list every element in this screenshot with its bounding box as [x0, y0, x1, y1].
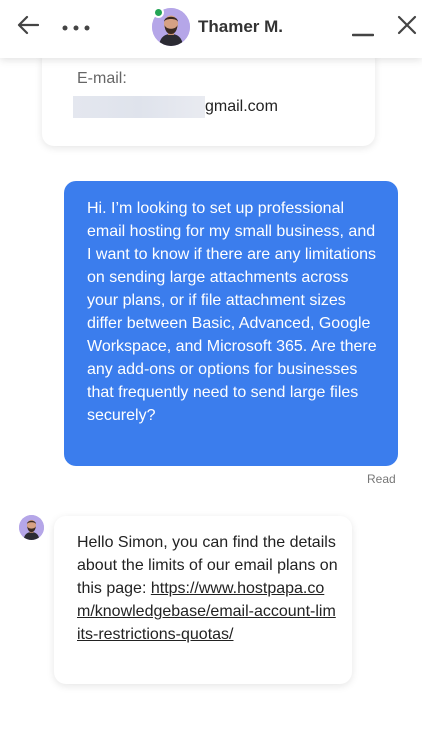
arrow-left-icon [17, 15, 40, 40]
email-value: gmail.com [73, 96, 278, 118]
online-status-dot [153, 7, 164, 18]
agent-message-bubble: Hello Simon, you can find the details ab… [54, 516, 352, 684]
close-button[interactable] [390, 12, 422, 42]
more-horizontal-icon [62, 18, 90, 36]
user-message-text: Hi. I’m looking to set up professional e… [87, 200, 377, 424]
chat-transcript[interactable]: E-mail: gmail.com Hi. I’m looking to set… [0, 58, 422, 732]
agent-avatar-small [19, 515, 44, 540]
minimize-icon [351, 17, 375, 42]
read-receipt: Read [367, 472, 396, 486]
back-button[interactable] [10, 12, 46, 42]
agent-name: Thamer M. [198, 17, 284, 36]
chat-header: Thamer M. [0, 0, 422, 58]
email-domain: gmail.com [205, 98, 278, 115]
redacted-email-mask [73, 96, 205, 118]
more-options-button[interactable] [56, 12, 96, 42]
prechat-form-card: E-mail: gmail.com [42, 58, 375, 146]
close-icon [397, 15, 417, 40]
agent-info: Thamer M. [152, 8, 283, 46]
minimize-button[interactable] [346, 14, 380, 44]
email-label: E-mail: [77, 70, 127, 87]
user-message-bubble: Hi. I’m looking to set up professional e… [64, 181, 398, 466]
